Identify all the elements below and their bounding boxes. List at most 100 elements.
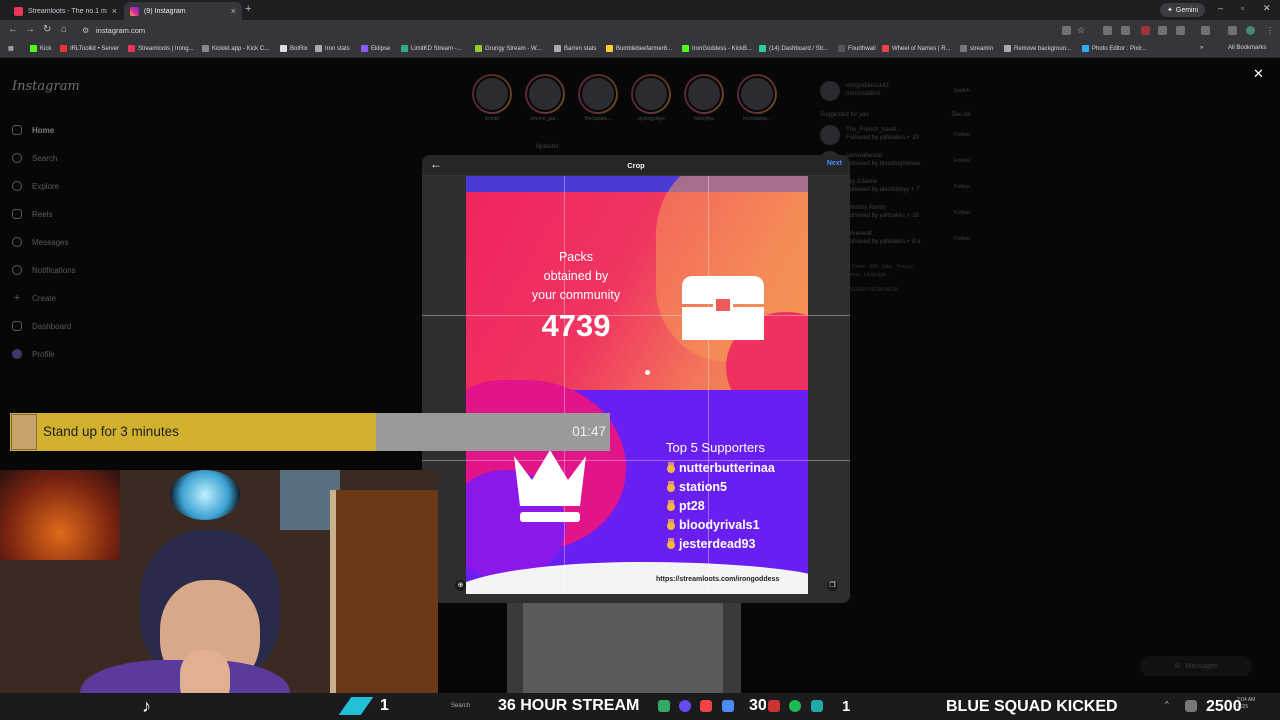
bookmark-item[interactable]: Barren stats <box>554 45 596 52</box>
taskbar-app-icon[interactable] <box>789 700 801 712</box>
bookmark-item[interactable]: LimitKD Stream -... <box>401 45 462 52</box>
bookmark-star-icon[interactable]: ☆ <box>1077 25 1085 36</box>
new-tab-icon[interactable]: + <box>245 3 251 15</box>
bookmark-item[interactable]: Kick <box>30 45 51 52</box>
avatar <box>686 76 722 112</box>
see-all-link[interactable]: See All <box>951 112 970 118</box>
all-bookmarks-button[interactable]: All Bookmarks <box>1228 45 1266 51</box>
profile-avatar-icon[interactable] <box>1246 26 1255 35</box>
taskbar-app-icon[interactable] <box>811 700 823 712</box>
zoom-icon[interactable]: ⊕ <box>455 580 466 591</box>
bookmark-item[interactable]: Grungy Stream - W... <box>475 45 541 52</box>
follow-button[interactable]: Follow <box>954 184 970 190</box>
more-bookmarks-icon[interactable]: » <box>1200 45 1203 51</box>
sidebar-item-reels[interactable]: Reels <box>12 200 76 228</box>
close-icon[interactable]: ✕ <box>1253 66 1264 82</box>
story-item[interactable]: lirontd <box>472 74 512 122</box>
bookmark-item[interactable]: streamin <box>960 45 993 52</box>
sidebar-item-search[interactable]: Search <box>12 144 76 172</box>
download-icon[interactable] <box>1228 26 1237 35</box>
suggestion-username[interactable]: samwallaceal <box>846 153 948 161</box>
chevron-up-icon[interactable]: ^ <box>1165 700 1177 712</box>
avatar[interactable] <box>820 81 840 101</box>
follow-button[interactable]: Follow <box>954 158 970 164</box>
sidebar-icon[interactable] <box>1201 26 1210 35</box>
instagram-favicon-icon <box>130 6 139 16</box>
multiple-images-icon[interactable]: ❐ <box>827 580 838 591</box>
next-button[interactable]: Next <box>827 160 842 167</box>
bookmark-item[interactable]: Wheel of Names | R... <box>882 45 951 52</box>
sidebar-item-label: Home <box>32 125 55 135</box>
sidebar-item-create[interactable]: + Create <box>12 284 76 312</box>
menu-icon[interactable]: ⋮ <box>1266 26 1274 35</box>
bookmark-item[interactable]: Fourthwall <box>838 45 876 52</box>
site-info-icon[interactable]: ⚙ <box>82 26 89 35</box>
sidebar-item-profile[interactable]: Profile <box>12 340 76 368</box>
close-tab-icon[interactable]: × <box>112 6 117 16</box>
bookmark-item[interactable]: Eklipse <box>361 45 390 52</box>
reload-icon[interactable]: ↻ <box>43 24 51 35</box>
tab-instagram[interactable]: (9) Instagram × <box>124 2 242 20</box>
suggestion-username[interactable]: Timothy Randy <box>846 205 948 213</box>
apps-icon[interactable]: ▦ <box>8 45 14 52</box>
story-item[interactable]: mikeyfpe <box>684 74 724 122</box>
extensions-puzzle-icon[interactable] <box>1176 26 1185 35</box>
bookmark-item[interactable]: IRLToolkit • Server <box>60 45 119 52</box>
sidebar-item-explore[interactable]: Explore <box>12 172 76 200</box>
story-item[interactable]: stylongplays <box>631 74 671 122</box>
bookmark-item[interactable]: Iron stats <box>315 45 350 52</box>
bookmark-item[interactable]: Kicklet.app - Kick C... <box>202 45 269 52</box>
sidebar-item-notifications[interactable]: Notifications <box>12 256 76 284</box>
close-tab-icon[interactable]: × <box>231 6 236 16</box>
taskbar-app-icon[interactable] <box>679 700 691 712</box>
follow-button[interactable]: Follow <box>954 236 970 242</box>
taskbar-search[interactable]: Search <box>451 703 470 709</box>
extension-icon[interactable] <box>1158 26 1167 35</box>
minimize-icon[interactable]: – <box>1218 3 1223 13</box>
post-author[interactable]: lilpeteter <box>536 144 559 150</box>
taskbar-app-icon[interactable] <box>768 700 780 712</box>
sidebar-item-home[interactable]: Home <box>12 116 76 144</box>
bookmark-item[interactable]: BotRix <box>280 45 308 52</box>
address-bar[interactable]: instagram.com <box>96 26 145 35</box>
story-item[interactable]: thecaptain... <box>578 74 618 122</box>
extension-icon[interactable] <box>1121 26 1130 35</box>
bookmark-item[interactable]: Remove backgroun... <box>1004 45 1071 52</box>
forward-icon[interactable]: → <box>25 24 35 35</box>
crop-canvas[interactable]: Packs obtained by your community 4739 To… <box>422 176 850 603</box>
gemini-button[interactable]: ✦ Gemini <box>1160 3 1206 17</box>
bookmark-item[interactable]: (14) Dashboard / Str... <box>759 45 828 52</box>
bookmark-item[interactable]: Bumblebeefarmer8... <box>606 45 672 52</box>
story-item[interactable]: incredarpa... <box>737 74 777 122</box>
follow-button[interactable]: Follow <box>954 132 970 138</box>
suggestion-username[interactable]: Silverwolf <box>846 231 948 239</box>
switch-account-button[interactable]: Switch <box>954 88 970 94</box>
screen-share-icon[interactable] <box>1062 26 1071 35</box>
tab-streamloots[interactable]: Streamloots - The no.1 monetiz × <box>8 2 123 20</box>
instagram-logo[interactable]: Instagram <box>12 79 80 94</box>
bookmark-item[interactable]: IronGoddess - KickB... <box>682 45 752 52</box>
back-icon[interactable]: ← <box>8 24 18 35</box>
avatar[interactable] <box>820 125 840 145</box>
suggestion-username[interactable]: Big J/Jamie <box>846 179 948 187</box>
sidebar-item-messages[interactable]: Messages <box>12 228 76 256</box>
suggestion-username[interactable]: The_French_travel... <box>846 127 948 135</box>
maximize-icon[interactable]: ▫ <box>1241 3 1244 13</box>
network-icon[interactable] <box>1185 700 1197 712</box>
extension-icon[interactable] <box>1141 26 1150 35</box>
story-item[interactable]: xmmm_par... <box>525 74 565 122</box>
taskbar-app-icon[interactable] <box>658 700 670 712</box>
account-username[interactable]: irongoddess143 <box>846 83 948 91</box>
follow-button[interactable]: Follow <box>954 210 970 216</box>
taskbar-clock[interactable]: 2:04 AM 2025 <box>1237 697 1255 710</box>
extension-icon[interactable] <box>1103 26 1112 35</box>
bookmark-item[interactable]: Photo Editor : Pixlr... <box>1082 45 1146 52</box>
streamloots-card-image[interactable]: Packs obtained by your community 4739 To… <box>466 176 808 594</box>
taskbar-app-icon[interactable] <box>700 700 712 712</box>
messages-button[interactable]: ✉ Messages <box>1140 656 1252 676</box>
bookmark-item[interactable]: Streamloots | Irong... <box>128 45 194 52</box>
home-icon[interactable]: ⌂ <box>61 24 67 35</box>
window-close-icon[interactable]: ✕ <box>1263 3 1271 14</box>
taskbar-app-icon[interactable] <box>722 700 734 712</box>
sidebar-item-dashboard[interactable]: Dashboard <box>12 312 76 340</box>
